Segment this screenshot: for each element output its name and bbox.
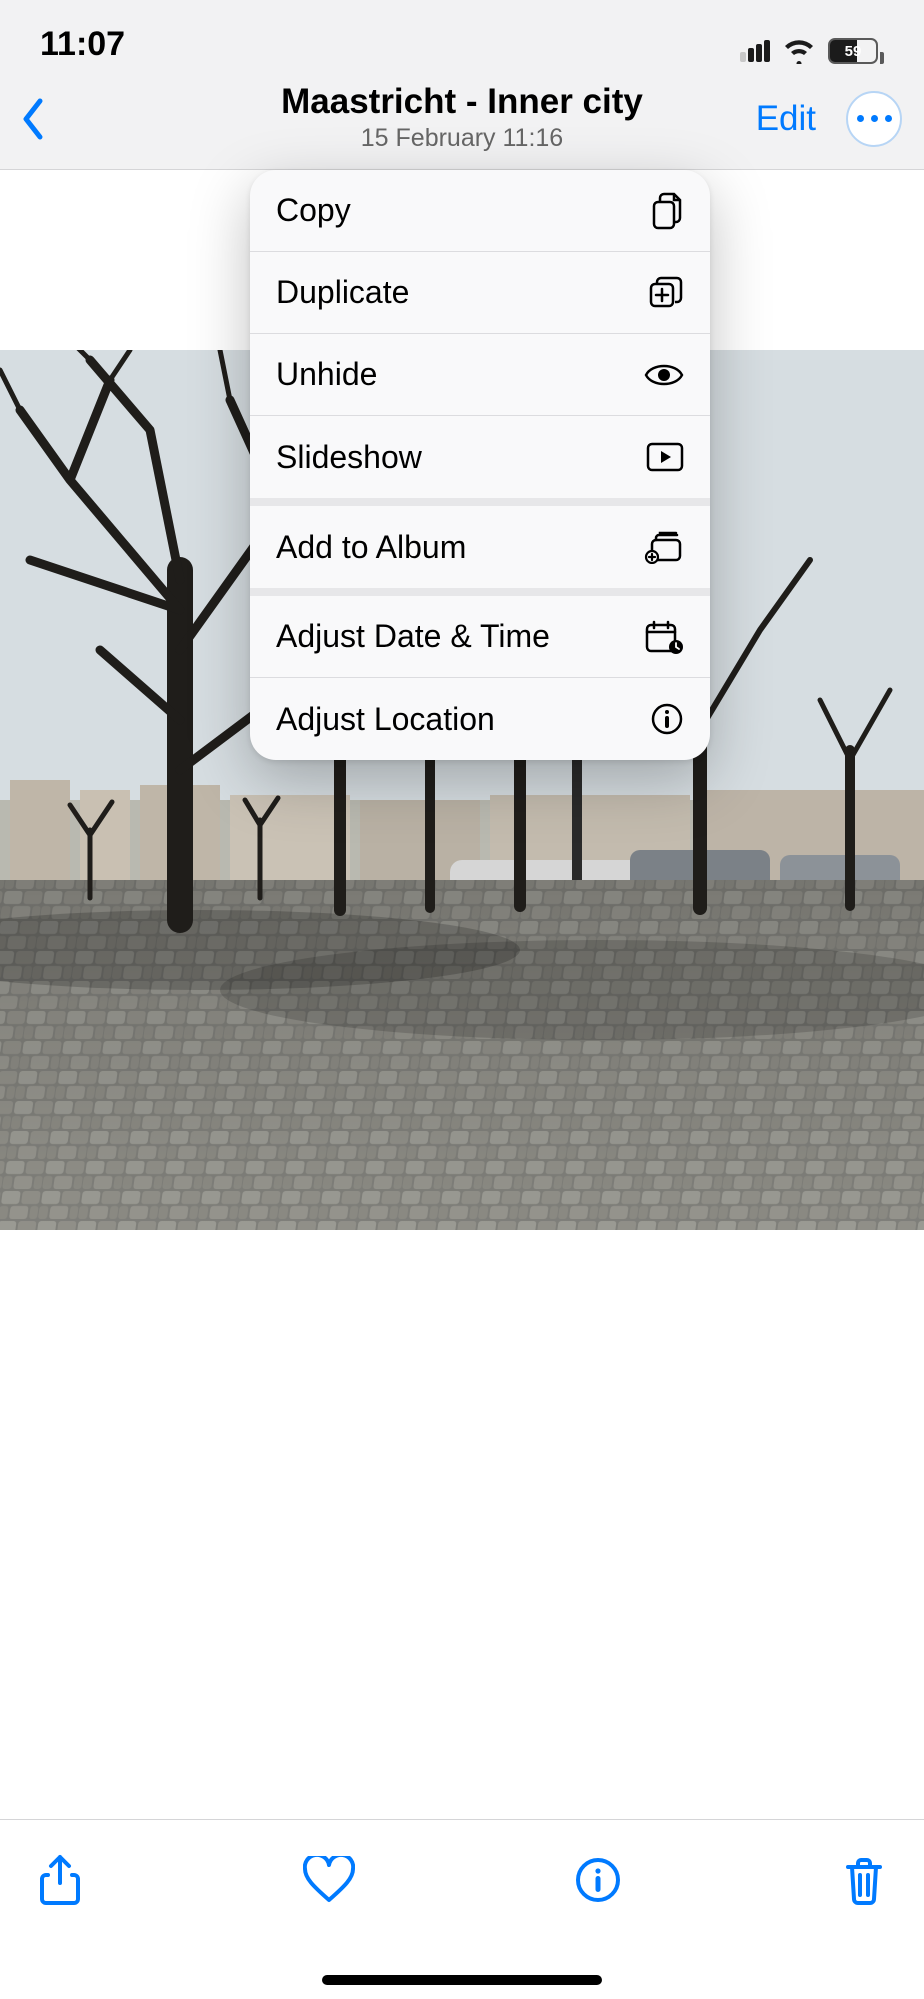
favorite-button[interactable]: [303, 1856, 355, 1904]
status-right: 59: [738, 38, 884, 64]
play-rect-icon: [644, 442, 684, 472]
menu-item-duplicate[interactable]: Duplicate: [250, 252, 710, 334]
menu-item-unhide[interactable]: Unhide: [250, 334, 710, 416]
menu-label: Duplicate: [276, 274, 409, 311]
menu-label: Adjust Date & Time: [276, 618, 550, 655]
menu-label: Adjust Location: [276, 701, 495, 738]
share-button[interactable]: [38, 1853, 82, 1907]
home-indicator: [322, 1975, 602, 1985]
context-menu: Copy Duplicate Unhide Slideshow Add t: [250, 170, 710, 760]
menu-item-adjust-date[interactable]: Adjust Date & Time: [250, 596, 710, 678]
status-time: 11:07: [40, 25, 125, 64]
battery-level: 59: [845, 44, 862, 59]
menu-item-slideshow[interactable]: Slideshow: [250, 416, 710, 498]
menu-item-adjust-location[interactable]: Adjust Location: [250, 678, 710, 760]
menu-item-copy[interactable]: Copy: [250, 170, 710, 252]
info-circle-icon: [644, 702, 684, 736]
menu-label: Unhide: [276, 356, 377, 393]
edit-button[interactable]: Edit: [756, 99, 816, 139]
album-add-icon: [644, 530, 684, 564]
battery-icon: 59: [828, 38, 884, 64]
calendar-clock-icon: [644, 619, 684, 655]
menu-label: Slideshow: [276, 439, 422, 476]
menu-label: Copy: [276, 192, 351, 229]
delete-button[interactable]: [842, 1855, 886, 1905]
menu-item-add-to-album[interactable]: Add to Album: [250, 506, 710, 588]
info-button[interactable]: [575, 1857, 621, 1903]
nav-bar: Maastricht - Inner city 15 February 11:1…: [0, 68, 924, 170]
bottom-toolbar: [0, 1819, 924, 1939]
eye-icon: [644, 361, 684, 389]
cellular-icon: [738, 40, 770, 62]
ellipsis-icon: [857, 115, 892, 122]
duplicate-icon: [644, 275, 684, 311]
copy-icon: [644, 192, 684, 230]
wifi-icon: [782, 38, 816, 64]
status-bar: 11:07 59: [0, 0, 924, 68]
menu-label: Add to Album: [276, 529, 466, 566]
more-button[interactable]: [846, 91, 902, 147]
